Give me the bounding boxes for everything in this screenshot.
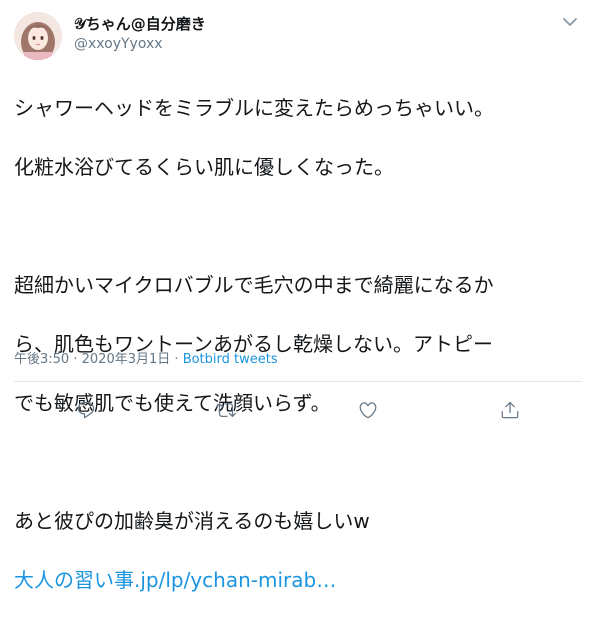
tweet-text: シャワーヘッドをミラブルに変えたらめっちゃいい。 化粧水浴びてるくらい肌に優しく… (14, 64, 584, 625)
divider (14, 381, 582, 382)
avatar[interactable] (14, 12, 62, 60)
tweet-meta: 午後3:50 · 2020年3月1日 · Botbird tweets (14, 351, 278, 369)
tweet-text-line (14, 448, 584, 478)
tweet-text-line: 化粧水浴びてるくらい肌に優しくなった。 (14, 154, 394, 179)
tweet-source[interactable]: Botbird tweets (183, 352, 278, 367)
tweet-card: 𝒴ちゃん@自分磨き @xxoyYyoxx シャワーヘッドをミラブルに変えたらめっ… (0, 0, 596, 592)
avatar-illustration (14, 12, 62, 60)
reply-icon[interactable] (72, 396, 100, 424)
meta-separator: · (73, 352, 78, 367)
tweet-text-line: 超細かいマイクロバブルで毛穴の中まで綺麗になるか (14, 272, 494, 297)
heart-icon[interactable] (354, 396, 382, 424)
retweet-icon[interactable] (212, 396, 240, 424)
tweet-text-line (14, 212, 584, 242)
tweet-text-line: あと彼ぴの加齢臭が消えるのも嬉しいw (14, 508, 370, 533)
tweet-time[interactable]: 午後3:50 (14, 352, 69, 367)
meta-separator: · (174, 352, 179, 367)
action-bar (0, 396, 596, 424)
chevron-down-icon[interactable] (558, 12, 582, 32)
tweet-link[interactable]: 大人の習い事.jp/lp/ychan-mirab… (14, 566, 584, 596)
user-info: 𝒴ちゃん@自分磨き @xxoyYyoxx (74, 14, 206, 54)
tweet-text-line: シャワーヘッドをミラブルに変えたらめっちゃいい。 (14, 95, 494, 120)
user-handle[interactable]: @xxoyYyoxx (74, 34, 206, 54)
display-name[interactable]: 𝒴ちゃん@自分磨き (74, 14, 206, 34)
tweet-header: 𝒴ちゃん@自分磨き @xxoyYyoxx (14, 12, 582, 60)
share-icon[interactable] (496, 396, 524, 424)
tweet-date[interactable]: 2020年3月1日 (82, 352, 171, 367)
